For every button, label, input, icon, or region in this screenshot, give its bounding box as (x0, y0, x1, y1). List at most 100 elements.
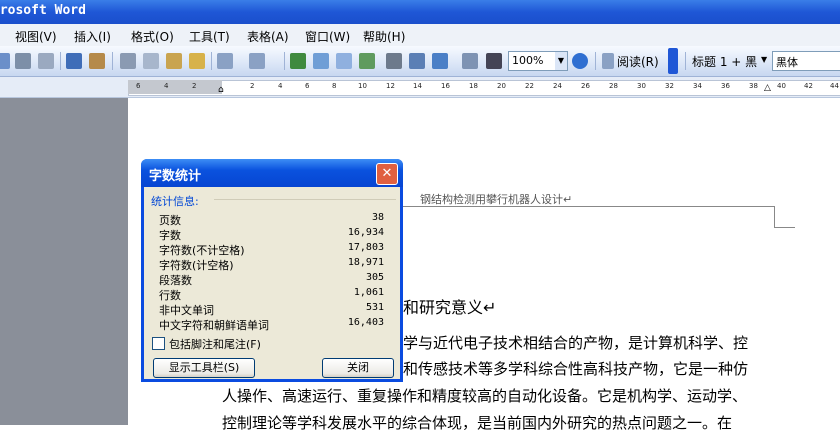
menu-bar: 视图(V) 插入(I) 格式(O) 工具(T) 表格(A) 窗口(W) 帮助(H… (0, 24, 840, 47)
ruler-tick: 34 (693, 82, 702, 90)
ruler-tick: 10 (358, 82, 367, 90)
ruler-tick: 2 (250, 82, 255, 90)
paragraph-mark-icon[interactable] (486, 53, 502, 69)
stat-name: 非中文单词 (159, 304, 214, 317)
stat-value: 38 (371, 212, 384, 223)
stat-value: 17,803 (347, 242, 384, 253)
ruler-tick: 2 (192, 82, 197, 90)
help-icon[interactable] (572, 53, 588, 69)
cut-icon[interactable] (120, 53, 136, 69)
standard-toolbar: 100% ▼ 阅读(R) 标题 1 + 黑 ▼ 黑体 (0, 46, 840, 77)
page-header: 钢结构检测用攀行机器人设计↵ (420, 193, 573, 206)
header-rule (400, 206, 775, 207)
stat-name: 中文字符和朝鲜语单词 (159, 319, 269, 332)
title-bar: crosoft Word (0, 0, 840, 24)
stat-name: 字符数(不计空格) (159, 244, 245, 257)
body-line: 人操作、高速运行、重复操作和精度较高的自动化设备。它是机构学、运动学、 (222, 387, 748, 405)
menu-table[interactable]: 表格(A) (247, 28, 289, 45)
stat-row: 中文字符和朝鲜语单词 16,403 (159, 317, 384, 332)
research-icon[interactable] (89, 53, 105, 69)
ruler-tick: 22 (525, 82, 534, 90)
format-painter-icon[interactable] (189, 53, 205, 69)
document-map-icon[interactable] (432, 53, 448, 69)
spelling-icon[interactable] (66, 53, 82, 69)
menu-tools[interactable]: 工具(T) (189, 28, 230, 45)
ruler-tick: 44 (830, 82, 839, 90)
insert-table-icon[interactable] (336, 53, 352, 69)
redo-icon[interactable] (249, 53, 265, 69)
read-icon[interactable] (602, 53, 614, 69)
zoom-value: 100% (512, 54, 544, 67)
stat-row: 页数 38 (159, 212, 384, 227)
dialog-title-bar[interactable]: 字数统计 ✕ (141, 159, 403, 187)
dialog-title: 字数统计 (149, 169, 202, 184)
margin-corner-mark (774, 206, 775, 228)
hyperlink-icon[interactable] (290, 53, 306, 69)
columns-icon[interactable] (386, 53, 402, 69)
ruler-tick: 38 (749, 82, 758, 90)
stat-name: 字符数(计空格) (159, 259, 234, 272)
ruler-tick: 30 (637, 82, 646, 90)
style-chevron-icon[interactable]: ▼ (761, 55, 767, 64)
horizontal-ruler[interactable]: 6 4 2 2 4 6 8 10 12 14 16 18 20 22 24 26… (0, 77, 840, 98)
show-hide-icon[interactable] (462, 53, 478, 69)
font-select[interactable]: 黑体 (772, 51, 840, 71)
stat-row: 段落数 305 (159, 272, 384, 287)
menu-insert[interactable]: 插入(I) (74, 28, 111, 45)
ruler-tick: 28 (609, 82, 618, 90)
stat-value: 16,934 (347, 227, 384, 238)
stat-row: 行数 1,061 (159, 287, 384, 302)
tables-borders-icon[interactable] (313, 53, 329, 69)
stat-value: 1,061 (353, 287, 384, 298)
ruler-tick: 24 (553, 82, 562, 90)
stat-row: 字符数(不计空格) 17,803 (159, 242, 384, 257)
font-value: 黑体 (776, 56, 798, 69)
stat-row: 字符数(计空格) 18,971 (159, 257, 384, 272)
drawing-icon[interactable] (409, 53, 425, 69)
ruler-tick: 26 (581, 82, 590, 90)
menu-window[interactable]: 窗口(W) (305, 28, 350, 45)
ruler-tick: 18 (469, 82, 478, 90)
close-button[interactable]: 关闭 (322, 358, 394, 378)
copy-icon[interactable] (143, 53, 159, 69)
ruler-tick: 6 (305, 82, 310, 90)
menu-view[interactable]: 视图(V) (15, 28, 57, 45)
dialog-body: 统计信息: 页数 38 字数 16,934 字符数(不计空格) 17,803 字… (144, 187, 400, 379)
close-icon[interactable]: ✕ (376, 163, 398, 185)
zoom-select[interactable]: 100% ▼ (508, 51, 568, 71)
stat-value: 16,403 (347, 317, 384, 328)
menu-format[interactable]: 格式(O) (131, 28, 174, 45)
ruler-tick: 4 (278, 82, 283, 90)
print-icon[interactable] (15, 53, 31, 69)
stat-row: 字数 16,934 (159, 227, 384, 242)
read-button[interactable]: 阅读(R) (617, 53, 659, 70)
window-title: crosoft Word (0, 3, 86, 18)
paste-icon[interactable] (166, 53, 182, 69)
ruler-tick: 20 (497, 82, 506, 90)
indent-marker-icon[interactable]: ⌂ (218, 85, 224, 95)
insert-excel-icon[interactable] (359, 53, 375, 69)
ruler-tick: 8 (332, 82, 337, 90)
stats-group-label: 统计信息: (151, 195, 199, 208)
stat-name: 字数 (159, 229, 181, 242)
ruler-tick: 6 (136, 82, 141, 90)
section-heading: 和研究意义↵ (403, 298, 497, 317)
print-preview-icon[interactable] (38, 53, 54, 69)
ruler-tick: 16 (441, 82, 450, 90)
menu-help[interactable]: 帮助(H) (363, 28, 405, 45)
open-icon[interactable] (0, 53, 10, 69)
stat-name: 页数 (159, 214, 181, 227)
undo-icon[interactable] (217, 53, 233, 69)
ruler-tick: 40 (777, 82, 786, 90)
chevron-down-icon: ▼ (555, 52, 567, 70)
stat-name: 段落数 (159, 274, 192, 287)
show-toolbar-button[interactable]: 显示工具栏(S) (153, 358, 255, 378)
body-line: 控制理论等学科发展水平的综合体现，是当前国内外研究的热点问题之一。在 (222, 414, 733, 432)
include-footnotes-checkbox[interactable] (152, 337, 165, 350)
style-select[interactable]: 标题 1 + 黑 (692, 53, 757, 70)
stat-value: 531 (365, 302, 384, 313)
left-margin-pane (0, 98, 128, 425)
include-footnotes-label[interactable]: 包括脚注和尾注(F) (169, 336, 261, 352)
right-indent-marker-icon[interactable]: △ (764, 83, 771, 93)
toolbar-options-icon[interactable] (668, 48, 678, 74)
